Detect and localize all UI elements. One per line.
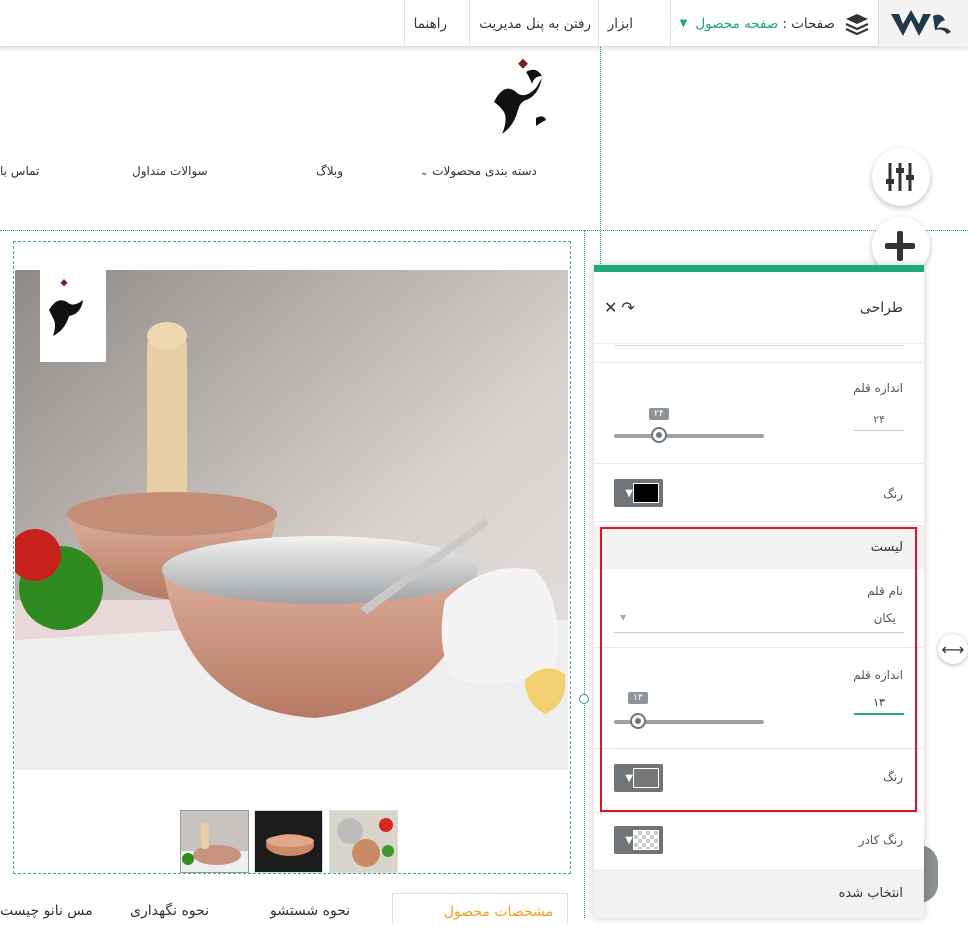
list-section-title: لیست bbox=[870, 539, 903, 555]
transparent-swatch bbox=[633, 830, 659, 850]
pages-dropdown[interactable]: صفحات : صفحه محصول ▼ bbox=[669, 0, 878, 47]
caret-down-icon: ▼ bbox=[625, 772, 633, 784]
frame-color-picker[interactable]: ▼ bbox=[614, 826, 663, 854]
caret-down-icon: ▼ bbox=[620, 613, 627, 622]
product-thumbnail[interactable] bbox=[180, 810, 249, 873]
tab-keep[interactable]: نحوه نگهداری bbox=[130, 903, 209, 933]
divider bbox=[594, 647, 924, 648]
settings-sliders-button[interactable] bbox=[872, 148, 930, 206]
sliders-icon bbox=[886, 163, 914, 191]
brand-logo[interactable] bbox=[878, 0, 968, 47]
brand-logo-icon bbox=[890, 9, 951, 36]
undo-icon[interactable]: ↷ bbox=[621, 298, 634, 317]
list-color-label: رنگ bbox=[883, 770, 903, 784]
product-main-image[interactable] bbox=[15, 270, 568, 770]
font-size-label: اندازه قلم bbox=[853, 381, 903, 395]
selected-section-header[interactable]: انتخاب شده bbox=[594, 869, 924, 918]
pages-label: صفحات : bbox=[782, 15, 835, 32]
guide-line bbox=[0, 230, 968, 231]
color-swatch bbox=[633, 483, 659, 503]
field-underline bbox=[614, 345, 904, 346]
guide-line bbox=[584, 230, 585, 918]
selected-section-title: انتخاب شده bbox=[838, 886, 903, 901]
nav-categories[interactable]: دسته بندی محصولات ⌄ bbox=[420, 164, 537, 178]
divider bbox=[594, 463, 924, 464]
font-name-value: یکان bbox=[873, 611, 896, 625]
tab-copper[interactable]: مس نانو چیست bbox=[0, 903, 93, 933]
tools-menu[interactable]: ابزار bbox=[597, 0, 642, 47]
font-name-label: نام قلم bbox=[867, 584, 903, 598]
panel-title: طراحی bbox=[859, 299, 903, 316]
top-toolbar: صفحات : صفحه محصول ▼ ابزار رفتن به پنل م… bbox=[0, 0, 968, 47]
resize-arrows-icon[interactable]: ⟷ bbox=[938, 634, 968, 664]
caret-down-icon: ▼ bbox=[679, 18, 688, 29]
plus-icon bbox=[885, 231, 915, 261]
tools-label: ابزار bbox=[607, 15, 633, 32]
nav-faq[interactable]: سوالات متداول bbox=[132, 164, 208, 178]
divider bbox=[594, 521, 924, 522]
tab-wash[interactable]: نحوه شستشو bbox=[270, 903, 350, 933]
nav-categories-label: دسته بندی محصولات bbox=[432, 164, 537, 178]
list-font-size-input[interactable]: ۱۳ bbox=[854, 696, 904, 715]
list-font-size-tooltip: ۱۳ bbox=[628, 692, 648, 704]
resize-handle[interactable] bbox=[579, 694, 589, 704]
color-label: رنگ bbox=[883, 487, 903, 501]
color-picker[interactable]: ▼ bbox=[614, 479, 663, 507]
frame-color-label: رنگ کادر bbox=[858, 833, 903, 847]
layers-icon bbox=[845, 13, 869, 35]
font-size-tooltip: ۲۴ bbox=[649, 408, 669, 420]
help-label: راهنما bbox=[413, 15, 447, 32]
pages-value: صفحه محصول bbox=[695, 15, 779, 32]
chevron-down-icon: ⌄ bbox=[420, 167, 429, 178]
divider bbox=[594, 748, 924, 749]
panel-header-icons: ✕ ↷ bbox=[604, 298, 635, 317]
site-logo[interactable] bbox=[486, 56, 556, 138]
list-section-header[interactable]: لیست bbox=[594, 525, 924, 569]
list-font-size-slider-handle[interactable] bbox=[630, 713, 646, 729]
list-color-picker[interactable]: ▼ bbox=[614, 764, 663, 792]
nav-contact[interactable]: تماس با bbox=[0, 164, 39, 178]
color-swatch bbox=[633, 768, 659, 788]
font-size-slider[interactable] bbox=[614, 434, 764, 438]
caret-down-icon: ▼ bbox=[625, 834, 633, 846]
design-panel: طراحی ✕ ↷ اندازه قلم ۲۴ ۲۴ رنگ ▼ لیست نا… bbox=[594, 265, 924, 918]
nav-blog[interactable]: وبلاگ bbox=[316, 164, 343, 178]
divider bbox=[594, 362, 924, 363]
list-font-size-label: اندازه قلم bbox=[853, 668, 903, 682]
help-link[interactable]: راهنما bbox=[403, 0, 456, 47]
font-size-input[interactable]: ۲۴ bbox=[854, 413, 904, 431]
close-icon[interactable]: ✕ bbox=[604, 298, 617, 317]
product-thumbnail[interactable] bbox=[329, 810, 398, 873]
admin-panel-label: رفتن به پنل مدیریت bbox=[479, 15, 591, 32]
site-logo-icon bbox=[494, 58, 546, 134]
panel-accent-bar bbox=[594, 265, 924, 272]
divider bbox=[594, 812, 924, 813]
admin-panel-link[interactable]: رفتن به پنل مدیریت bbox=[469, 0, 600, 47]
caret-down-icon: ▼ bbox=[625, 487, 633, 499]
panel-header: طراحی ✕ ↷ bbox=[594, 272, 924, 344]
font-name-select[interactable]: یکان ▼ bbox=[614, 607, 904, 633]
font-size-slider-handle[interactable] bbox=[651, 427, 667, 443]
tab-product-specs[interactable]: مشخصات محصول bbox=[392, 893, 568, 923]
product-thumbnail[interactable] bbox=[254, 810, 323, 873]
